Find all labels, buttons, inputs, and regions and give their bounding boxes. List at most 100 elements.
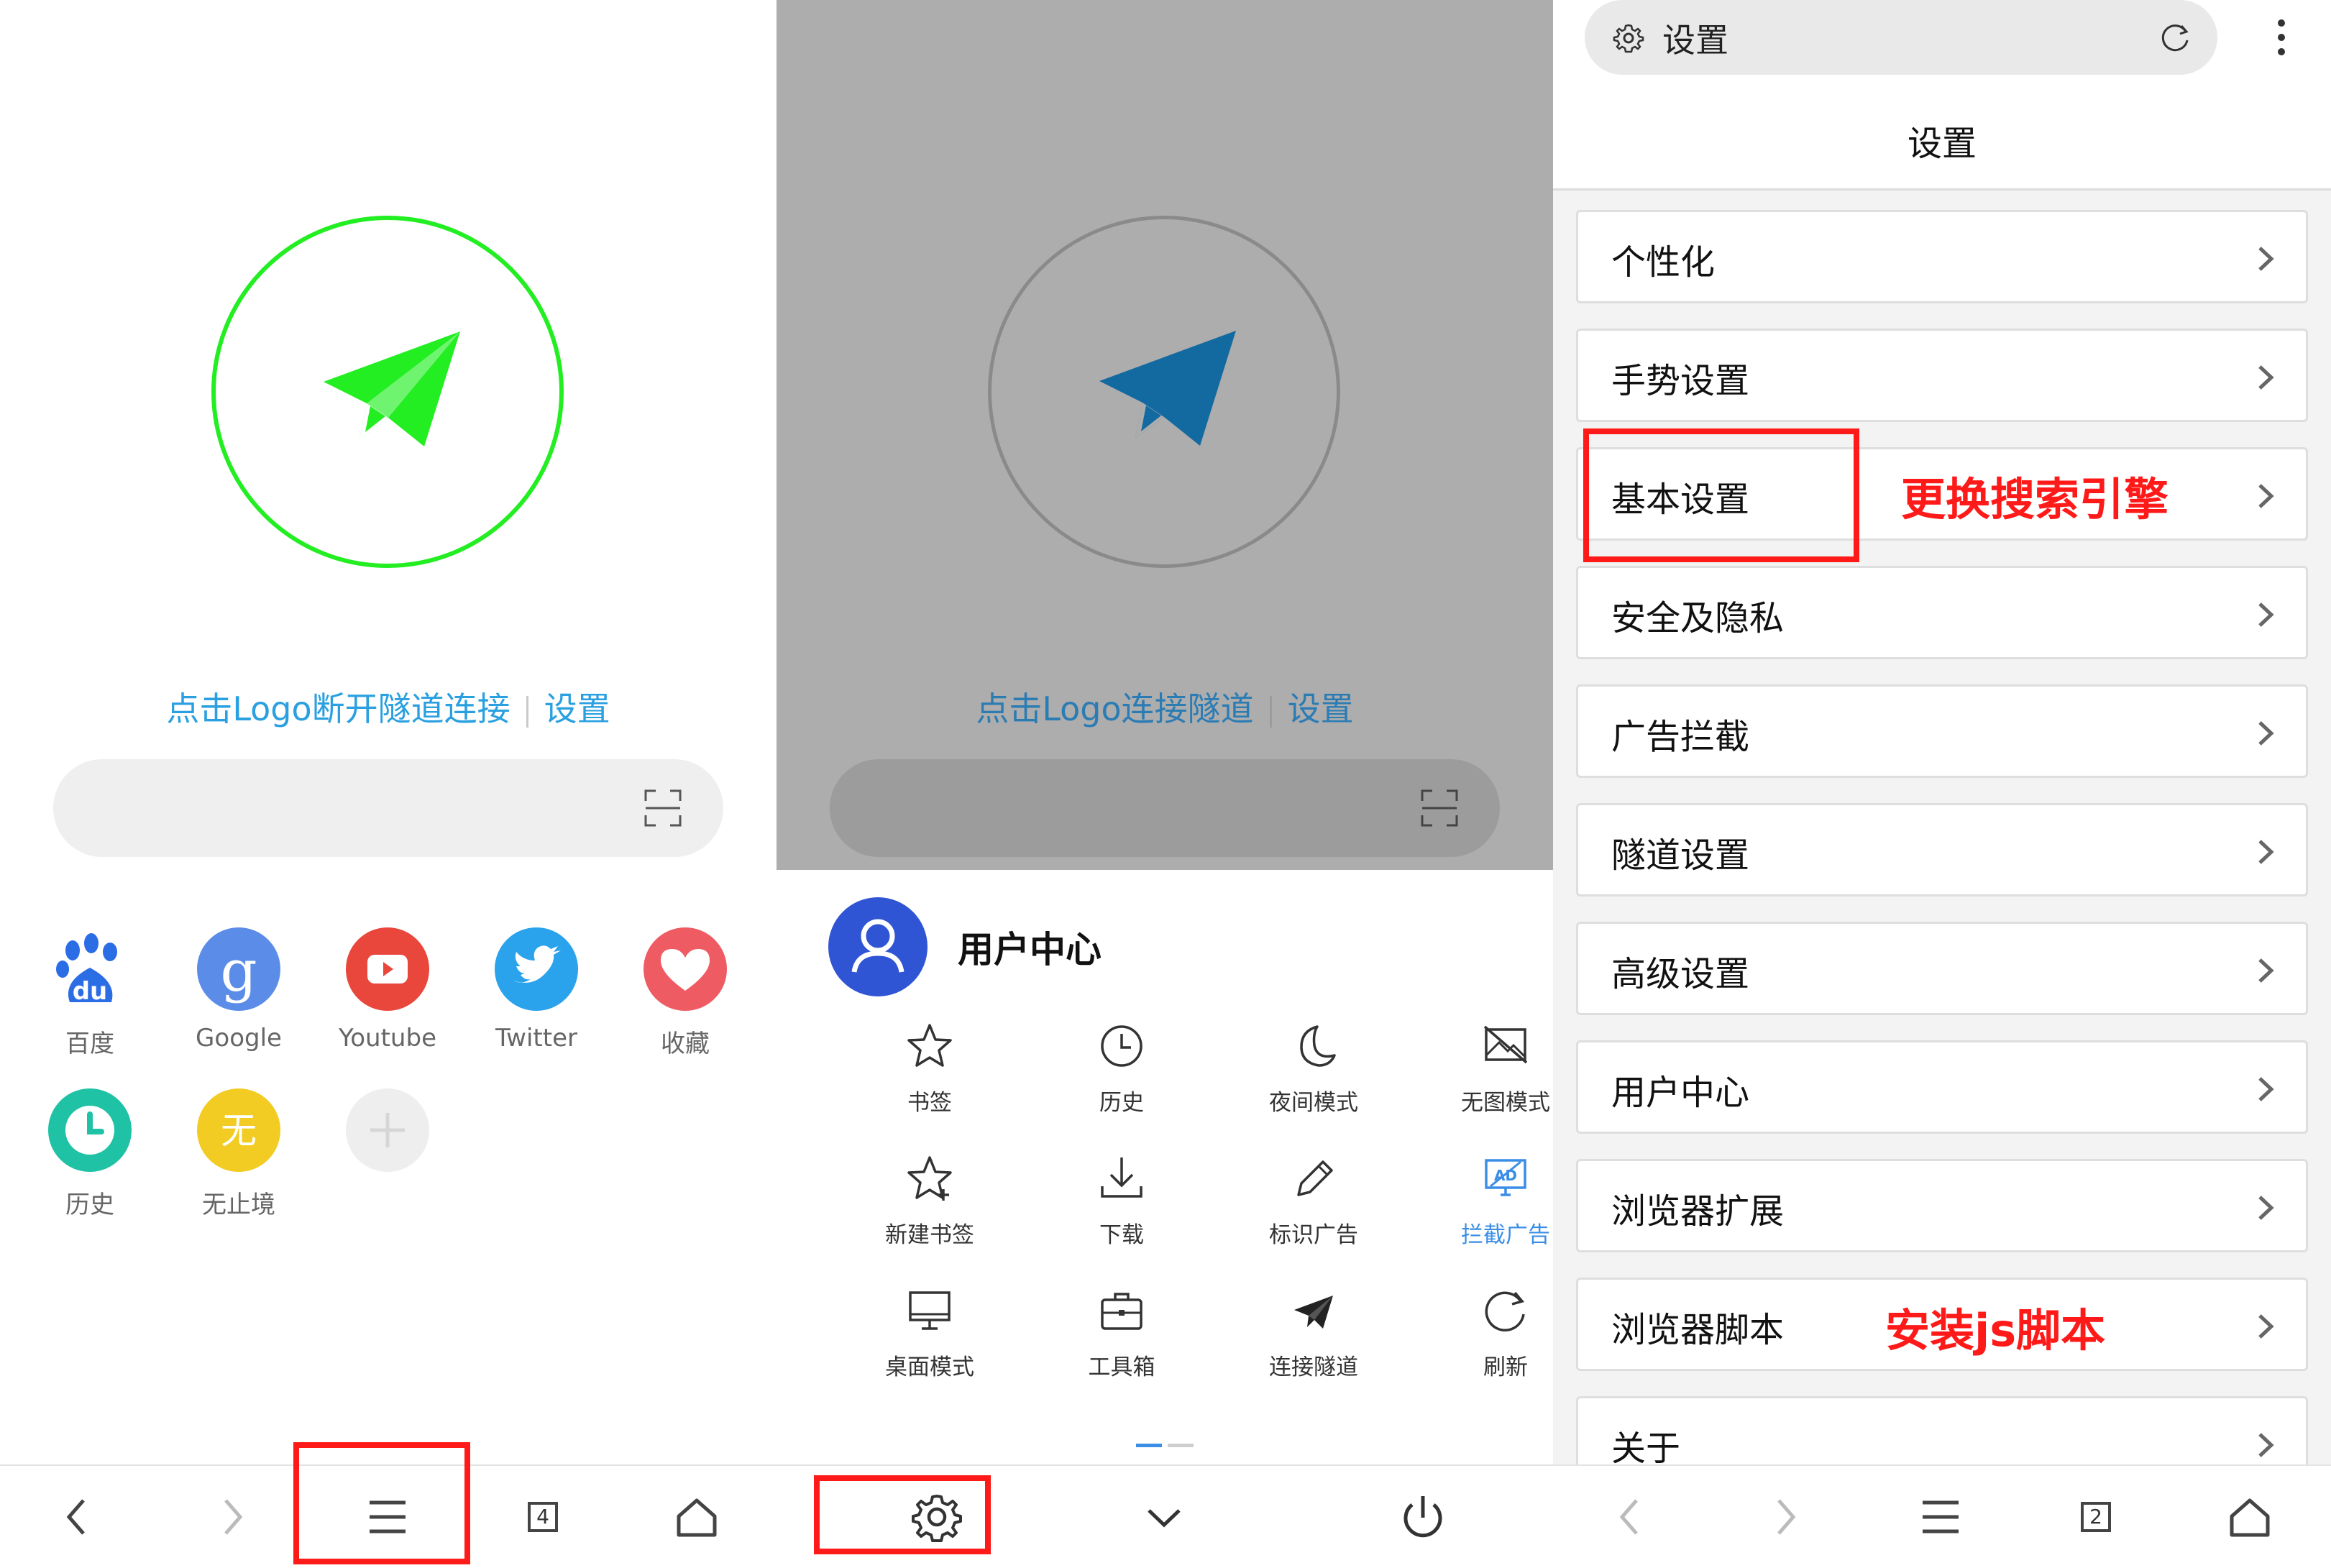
chevron-right-icon	[2258, 840, 2274, 864]
tab-count: 4	[528, 1502, 558, 1532]
forward-arrow-icon[interactable]	[200, 1485, 265, 1549]
chevron-right-icon	[2258, 1314, 2274, 1339]
highlight-menu-box	[293, 1442, 470, 1564]
shortcut-history[interactable]: 历史	[29, 1088, 151, 1220]
menu-connect-tunnel[interactable]: 连接隧道	[1231, 1285, 1396, 1381]
tunnel-disconnect-link[interactable]: 点击Logo断开隧道连接	[166, 689, 510, 728]
scan-icon[interactable]	[644, 789, 682, 827]
shortcut-twitter[interactable]: Twitter	[475, 927, 597, 1053]
settings-link[interactable]: 设置	[544, 689, 610, 728]
shortcut-google[interactable]: g Google	[178, 927, 300, 1053]
menu-new-bookmark[interactable]: 新建书签	[847, 1153, 1012, 1249]
google-icon: g	[197, 927, 280, 1011]
toolbox-icon	[1101, 1293, 1142, 1330]
settings-row-personalize[interactable]: 个性化	[1576, 210, 2308, 303]
pencil-icon	[1297, 1160, 1333, 1196]
menu-refresh[interactable]: 刷新	[1423, 1285, 1553, 1381]
chevron-right-icon	[2258, 958, 2274, 983]
highlight-settings-box	[814, 1475, 991, 1554]
back-arrow-icon[interactable]	[1598, 1485, 1662, 1549]
tunnel-status-line: 点击Logo断开隧道连接 设置	[0, 683, 777, 730]
settings-row-tunnel[interactable]: 隧道设置	[1576, 803, 2308, 897]
star-icon	[907, 1024, 952, 1067]
paper-plane-icon	[324, 331, 460, 446]
menu-night-mode[interactable]: 夜间模式	[1231, 1021, 1396, 1117]
chevron-right-icon	[2258, 721, 2274, 746]
youtube-icon	[346, 927, 429, 1011]
chevron-right-icon	[2258, 484, 2274, 508]
chevron-right-icon	[2258, 1077, 2274, 1101]
address-text: 设置	[1662, 21, 1728, 60]
clock-icon	[1101, 1025, 1142, 1067]
chevron-down-icon[interactable]	[1132, 1485, 1196, 1549]
settings-row-advanced[interactable]: 高级设置	[1576, 922, 2308, 1015]
menu-block-ads[interactable]: AD 拦截广告	[1423, 1153, 1553, 1249]
tunnel-status-line: 点击Logo连接隧道 设置	[777, 683, 1553, 730]
desktop-icon	[909, 1291, 951, 1330]
refresh-icon	[1485, 1291, 1525, 1332]
baidu-icon: du	[48, 927, 132, 1011]
chevron-right-icon	[2258, 365, 2274, 390]
settings-row-security[interactable]: 安全及隐私	[1576, 566, 2308, 659]
chevron-right-icon	[2258, 1196, 2274, 1220]
address-bar[interactable]: 设置	[1585, 0, 2217, 75]
highlight-basic-settings-box	[1583, 428, 1859, 562]
menu-download[interactable]: 下载	[1039, 1153, 1204, 1249]
page-dot	[1168, 1444, 1194, 1447]
menu-bookmarks[interactable]: 书签	[847, 1021, 1012, 1117]
svg-text:无: 无	[221, 1110, 257, 1152]
menu-panel: 点击Logo连接隧道设置 用户中心 书签 历史 夜间模式 无图模式 新建书签	[777, 0, 1553, 1568]
wuzhijing-icon: 无	[197, 1088, 280, 1172]
page-indicator	[1133, 1436, 1196, 1450]
menu-toolbox[interactable]: 工具箱	[1039, 1285, 1204, 1381]
menu-mark-ads[interactable]: 标识广告	[1231, 1153, 1396, 1249]
menu-icon[interactable]	[1908, 1485, 1973, 1549]
settings-row-user-center[interactable]: 用户中心	[1576, 1040, 2308, 1134]
moon-icon	[1300, 1025, 1336, 1067]
settings-row-gestures[interactable]: 手势设置	[1576, 329, 2308, 422]
back-arrow-icon[interactable]	[45, 1485, 109, 1549]
history-icon	[48, 1088, 132, 1172]
annotation-search-engine: 更换搜索引擎	[1901, 473, 2169, 526]
annotation-install-script: 安装js脚本	[1885, 1304, 2106, 1357]
more-options-icon[interactable]	[2274, 16, 2289, 59]
add-shortcut-button[interactable]	[326, 1088, 449, 1172]
tabs-button[interactable]: 2	[2064, 1485, 2128, 1549]
shortcut-youtube[interactable]: Youtube	[326, 927, 449, 1053]
settings-link[interactable]: 设置	[1288, 689, 1354, 728]
home-icon[interactable]	[664, 1485, 729, 1549]
menu-history[interactable]: 历史	[1039, 1021, 1204, 1117]
svg-text:g: g	[220, 937, 257, 1004]
tunnel-logo-button[interactable]	[211, 216, 564, 568]
chevron-right-icon	[2258, 1433, 2274, 1457]
no-image-icon	[1483, 1025, 1528, 1064]
page-title: 设置	[1907, 124, 1977, 164]
shortcut-wuzhijing[interactable]: 无 无止境	[178, 1088, 300, 1220]
plane-icon	[1294, 1296, 1333, 1329]
plus-icon	[346, 1088, 429, 1172]
scan-icon[interactable]	[1421, 789, 1458, 827]
dimmed-overlay[interactable]: 点击Logo连接隧道 设置	[777, 0, 1553, 870]
power-icon[interactable]	[1391, 1485, 1455, 1549]
shortcut-favorites[interactable]: 收藏	[624, 927, 746, 1059]
menu-no-image-mode[interactable]: 无图模式	[1423, 1021, 1553, 1117]
download-icon	[1101, 1157, 1142, 1198]
user-center-entry[interactable]: 用户中心	[828, 897, 1102, 996]
tunnel-connect-link[interactable]: 点击Logo连接隧道	[976, 689, 1253, 728]
user-center-title: 用户中心	[958, 929, 1102, 971]
divider	[1553, 188, 2331, 191]
forward-arrow-icon[interactable]	[1753, 1485, 1818, 1549]
menu-desktop-mode[interactable]: 桌面模式	[847, 1285, 1012, 1381]
search-input[interactable]	[53, 759, 723, 857]
divider	[526, 695, 528, 728]
shortcut-baidu[interactable]: du 百度	[29, 927, 151, 1059]
settings-row-extensions[interactable]: 浏览器扩展	[1576, 1159, 2308, 1252]
home-panel: 点击Logo断开隧道连接 设置 du 百度 g Google Youtube T…	[0, 0, 777, 1568]
home-icon[interactable]	[2217, 1485, 2282, 1549]
svg-text:du: du	[73, 977, 108, 1006]
reload-icon[interactable]	[2158, 22, 2192, 55]
settings-row-adblock[interactable]: 广告拦截	[1576, 684, 2308, 778]
search-input[interactable]	[830, 759, 1500, 857]
tunnel-logo-button[interactable]	[988, 216, 1340, 568]
tabs-button[interactable]: 4	[510, 1485, 575, 1549]
